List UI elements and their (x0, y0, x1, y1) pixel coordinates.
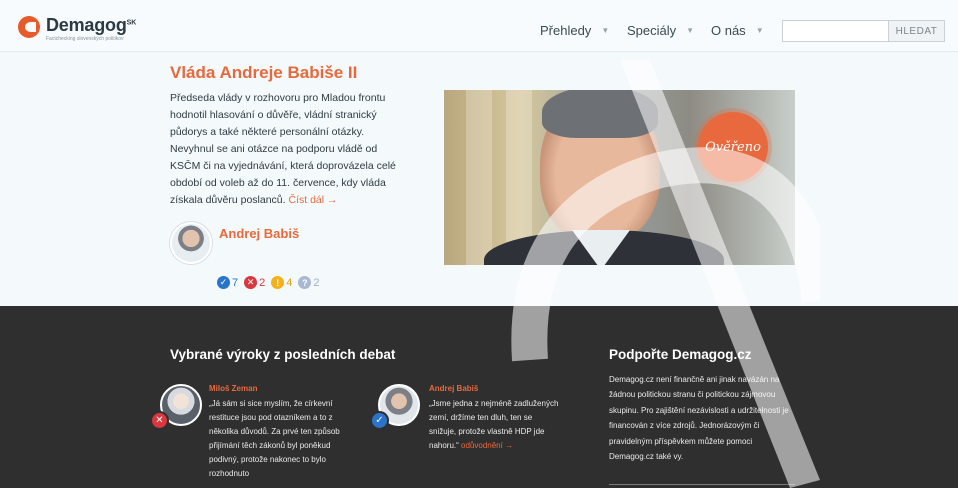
search-input[interactable] (782, 20, 889, 42)
stat-true: ✓ 7 (217, 276, 238, 289)
debates-title: Vybrané výroky z posledních debat (170, 347, 396, 362)
true-verdict-icon: ✓ (370, 411, 389, 430)
false-verdict-icon: ✕ (150, 411, 169, 430)
nav-o-nas[interactable]: O nás ▼ (711, 23, 764, 38)
chevron-down-icon: ▼ (755, 26, 764, 35)
logo-sup: SK (126, 19, 137, 27)
nav-specialy[interactable]: Speciály ▼ (627, 23, 694, 38)
nav-label: O nás (711, 23, 746, 38)
question-icon: ? (298, 276, 312, 289)
stat-false-count: 2 (259, 276, 266, 289)
chevron-down-icon: ▼ (686, 26, 695, 35)
hero-title[interactable]: Vláda Andreje Babiše II (170, 63, 357, 83)
logo-tagline: Factchecking slovenských politikov (46, 36, 124, 42)
stat-misleading: ! 4 (271, 276, 292, 289)
search-button[interactable]: HLEDAT (889, 20, 945, 42)
reasoning-link[interactable]: odůvodnění → (461, 441, 513, 450)
nav-label: Speciály (627, 23, 677, 38)
quote-author[interactable]: Miloš Zeman (209, 384, 257, 393)
donate-form-edge (609, 484, 795, 488)
stat-false: ✕ 2 (244, 276, 265, 289)
chevron-down-icon: ▼ (601, 26, 610, 35)
logo[interactable]: DemagogSK Factchecking slovenských polit… (18, 15, 137, 42)
quote-text: „Já sám si sice myslím, že církevní rest… (209, 399, 340, 478)
stat-misleading-count: 4 (286, 276, 293, 289)
nav-label: Přehledy (540, 23, 592, 38)
nav-prehledy[interactable]: Přehledy ▼ (540, 23, 609, 38)
logo-text: Demagog (46, 15, 127, 35)
avatar[interactable] (170, 222, 212, 264)
cross-icon: ✕ (244, 276, 258, 289)
logo-icon (18, 16, 40, 38)
site-header: DemagogSK Factchecking slovenských polit… (0, 0, 958, 52)
read-more-link[interactable]: Číst dál → (289, 194, 338, 206)
support-title: Podpořte Demagog.cz (609, 347, 752, 362)
exclamation-icon: ! (271, 276, 285, 289)
hero-author-name[interactable]: Andrej Babiš (219, 226, 299, 241)
support-text: Demagog.cz není finančně ani jinak naváz… (609, 375, 789, 462)
quote-author[interactable]: Andrej Babiš (429, 384, 478, 393)
verified-badge: Ověřeno (698, 112, 768, 182)
stat-unverifiable-count: 2 (313, 276, 320, 289)
stat-unverifiable: ? 2 (298, 276, 320, 289)
hero-text-body: Předseda vlády v rozhovoru pro Mladou fr… (170, 92, 396, 206)
check-icon: ✓ (217, 276, 230, 289)
quote-text: „Jsme jedna z nejméně zadlužených zemí, … (429, 397, 559, 453)
hero-text: Předseda vlády v rozhovoru pro Mladou fr… (170, 90, 408, 209)
verdict-stats: ✓ 7 ✕ 2 ! 4 ? 2 (217, 276, 326, 289)
stat-true-count: 7 (232, 276, 239, 289)
